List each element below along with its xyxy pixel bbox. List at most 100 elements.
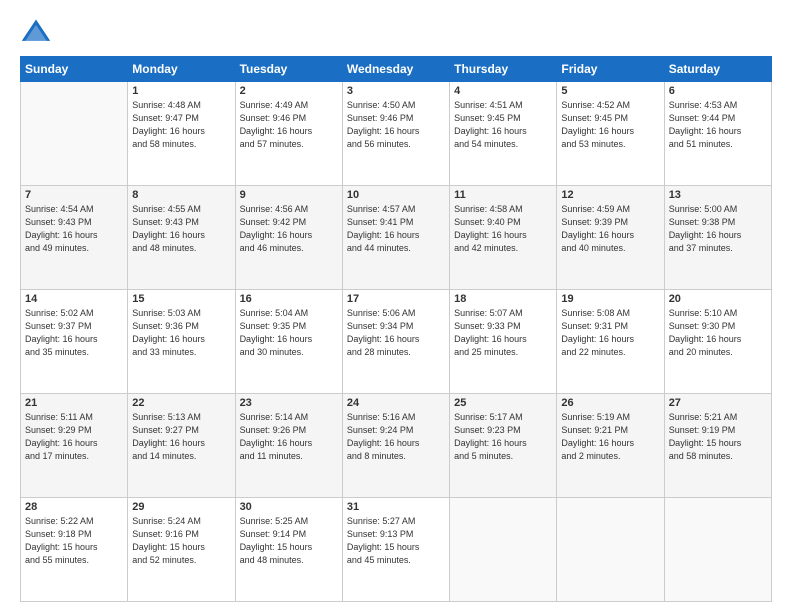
calendar-cell: 24 Sunrise: 5:16 AMSunset: 9:24 PMDayligh… (342, 394, 449, 498)
calendar-cell (664, 498, 771, 602)
day-number: 13 (669, 189, 767, 201)
day-number: 29 (132, 501, 230, 513)
calendar-cell: 5 Sunrise: 4:52 AMSunset: 9:45 PMDaylight… (557, 82, 664, 186)
day-info: Sunrise: 4:48 AMSunset: 9:47 PMDaylight:… (132, 99, 230, 151)
calendar-cell: 27 Sunrise: 5:21 AMSunset: 9:19 PMDayligh… (664, 394, 771, 498)
day-info: Sunrise: 4:52 AMSunset: 9:45 PMDaylight:… (561, 99, 659, 151)
day-number: 7 (25, 189, 123, 201)
day-number: 1 (132, 85, 230, 97)
day-number: 19 (561, 293, 659, 305)
day-number: 15 (132, 293, 230, 305)
calendar-cell: 11 Sunrise: 4:58 AMSunset: 9:40 PMDayligh… (450, 186, 557, 290)
calendar-cell: 12 Sunrise: 4:59 AMSunset: 9:39 PMDayligh… (557, 186, 664, 290)
calendar-cell: 6 Sunrise: 4:53 AMSunset: 9:44 PMDaylight… (664, 82, 771, 186)
day-info: Sunrise: 5:04 AMSunset: 9:35 PMDaylight:… (240, 307, 338, 359)
day-number: 5 (561, 85, 659, 97)
day-number: 11 (454, 189, 552, 201)
header (20, 16, 772, 48)
calendar-cell: 22 Sunrise: 5:13 AMSunset: 9:27 PMDayligh… (128, 394, 235, 498)
day-number: 24 (347, 397, 445, 409)
day-info: Sunrise: 5:16 AMSunset: 9:24 PMDaylight:… (347, 411, 445, 463)
weekday-header-saturday: Saturday (664, 57, 771, 82)
logo-icon (20, 16, 52, 48)
day-number: 27 (669, 397, 767, 409)
calendar-week-row: 21 Sunrise: 5:11 AMSunset: 9:29 PMDayligh… (21, 394, 772, 498)
calendar-cell: 16 Sunrise: 5:04 AMSunset: 9:35 PMDayligh… (235, 290, 342, 394)
calendar-cell: 10 Sunrise: 4:57 AMSunset: 9:41 PMDayligh… (342, 186, 449, 290)
day-info: Sunrise: 5:27 AMSunset: 9:13 PMDaylight:… (347, 515, 445, 567)
page: SundayMondayTuesdayWednesdayThursdayFrid… (0, 0, 792, 612)
weekday-header-monday: Monday (128, 57, 235, 82)
day-number: 3 (347, 85, 445, 97)
calendar-table: SundayMondayTuesdayWednesdayThursdayFrid… (20, 56, 772, 602)
calendar-cell: 7 Sunrise: 4:54 AMSunset: 9:43 PMDaylight… (21, 186, 128, 290)
calendar-cell: 31 Sunrise: 5:27 AMSunset: 9:13 PMDayligh… (342, 498, 449, 602)
calendar-cell: 23Sunrise: 5:14 AMSunset: 9:26 PMDayligh… (235, 394, 342, 498)
calendar-cell: 26Sunrise: 5:19 AMSunset: 9:21 PMDayligh… (557, 394, 664, 498)
day-info: Sunrise: 5:06 AMSunset: 9:34 PMDaylight:… (347, 307, 445, 359)
calendar-cell: 17 Sunrise: 5:06 AMSunset: 9:34 PMDayligh… (342, 290, 449, 394)
day-number: 28 (25, 501, 123, 513)
weekday-header-thursday: Thursday (450, 57, 557, 82)
day-number: 21 (25, 397, 123, 409)
calendar-cell (21, 82, 128, 186)
calendar-cell: 29 Sunrise: 5:24 AMSunset: 9:16 PMDayligh… (128, 498, 235, 602)
day-info: Sunrise: 4:54 AMSunset: 9:43 PMDaylight:… (25, 203, 123, 255)
day-number: 6 (669, 85, 767, 97)
day-number: 8 (132, 189, 230, 201)
day-info: Sunrise: 4:57 AMSunset: 9:41 PMDaylight:… (347, 203, 445, 255)
weekday-header-tuesday: Tuesday (235, 57, 342, 82)
day-number: 9 (240, 189, 338, 201)
calendar-header-row: SundayMondayTuesdayWednesdayThursdayFrid… (21, 57, 772, 82)
day-number: 10 (347, 189, 445, 201)
day-info: Sunrise: 5:11 AMSunset: 9:29 PMDaylight:… (25, 411, 123, 463)
calendar-cell: 1 Sunrise: 4:48 AMSunset: 9:47 PMDaylight… (128, 82, 235, 186)
day-info: Sunrise: 5:24 AMSunset: 9:16 PMDaylight:… (132, 515, 230, 567)
day-info: Sunrise: 4:56 AMSunset: 9:42 PMDaylight:… (240, 203, 338, 255)
calendar-week-row: 28 Sunrise: 5:22 AMSunset: 9:18 PMDayligh… (21, 498, 772, 602)
day-info: Sunrise: 5:00 AMSunset: 9:38 PMDaylight:… (669, 203, 767, 255)
day-info: Sunrise: 5:02 AMSunset: 9:37 PMDaylight:… (25, 307, 123, 359)
day-info: Sunrise: 4:59 AMSunset: 9:39 PMDaylight:… (561, 203, 659, 255)
calendar-cell (557, 498, 664, 602)
weekday-header-wednesday: Wednesday (342, 57, 449, 82)
day-number: 23 (240, 397, 338, 409)
calendar-week-row: 7 Sunrise: 4:54 AMSunset: 9:43 PMDaylight… (21, 186, 772, 290)
calendar-cell: 4 Sunrise: 4:51 AMSunset: 9:45 PMDaylight… (450, 82, 557, 186)
calendar-cell: 3 Sunrise: 4:50 AMSunset: 9:46 PMDaylight… (342, 82, 449, 186)
weekday-header-sunday: Sunday (21, 57, 128, 82)
day-number: 17 (347, 293, 445, 305)
calendar-week-row: 14Sunrise: 5:02 AMSunset: 9:37 PMDayligh… (21, 290, 772, 394)
calendar-cell: 28 Sunrise: 5:22 AMSunset: 9:18 PMDayligh… (21, 498, 128, 602)
day-number: 22 (132, 397, 230, 409)
day-info: Sunrise: 5:07 AMSunset: 9:33 PMDaylight:… (454, 307, 552, 359)
calendar-cell: 15 Sunrise: 5:03 AMSunset: 9:36 PMDayligh… (128, 290, 235, 394)
day-number: 25 (454, 397, 552, 409)
calendar-cell: 14Sunrise: 5:02 AMSunset: 9:37 PMDayligh… (21, 290, 128, 394)
day-number: 30 (240, 501, 338, 513)
day-info: Sunrise: 5:25 AMSunset: 9:14 PMDaylight:… (240, 515, 338, 567)
calendar-cell: 13 Sunrise: 5:00 AMSunset: 9:38 PMDayligh… (664, 186, 771, 290)
day-info: Sunrise: 4:49 AMSunset: 9:46 PMDaylight:… (240, 99, 338, 151)
day-info: Sunrise: 4:58 AMSunset: 9:40 PMDaylight:… (454, 203, 552, 255)
day-info: Sunrise: 5:21 AMSunset: 9:19 PMDaylight:… (669, 411, 767, 463)
day-number: 4 (454, 85, 552, 97)
day-info: Sunrise: 5:08 AMSunset: 9:31 PMDaylight:… (561, 307, 659, 359)
day-info: Sunrise: 4:53 AMSunset: 9:44 PMDaylight:… (669, 99, 767, 151)
day-info: Sunrise: 4:50 AMSunset: 9:46 PMDaylight:… (347, 99, 445, 151)
day-info: Sunrise: 5:03 AMSunset: 9:36 PMDaylight:… (132, 307, 230, 359)
calendar-week-row: 1 Sunrise: 4:48 AMSunset: 9:47 PMDaylight… (21, 82, 772, 186)
day-number: 12 (561, 189, 659, 201)
day-number: 16 (240, 293, 338, 305)
calendar-cell: 2Sunrise: 4:49 AMSunset: 9:46 PMDaylight… (235, 82, 342, 186)
day-info: Sunrise: 4:51 AMSunset: 9:45 PMDaylight:… (454, 99, 552, 151)
day-info: Sunrise: 5:13 AMSunset: 9:27 PMDaylight:… (132, 411, 230, 463)
calendar-cell: 18Sunrise: 5:07 AMSunset: 9:33 PMDayligh… (450, 290, 557, 394)
day-info: Sunrise: 5:22 AMSunset: 9:18 PMDaylight:… (25, 515, 123, 567)
day-info: Sunrise: 4:55 AMSunset: 9:43 PMDaylight:… (132, 203, 230, 255)
logo (20, 16, 56, 48)
day-number: 31 (347, 501, 445, 513)
day-info: Sunrise: 5:17 AMSunset: 9:23 PMDaylight:… (454, 411, 552, 463)
calendar-cell: 9 Sunrise: 4:56 AMSunset: 9:42 PMDaylight… (235, 186, 342, 290)
calendar-cell: 25 Sunrise: 5:17 AMSunset: 9:23 PMDayligh… (450, 394, 557, 498)
